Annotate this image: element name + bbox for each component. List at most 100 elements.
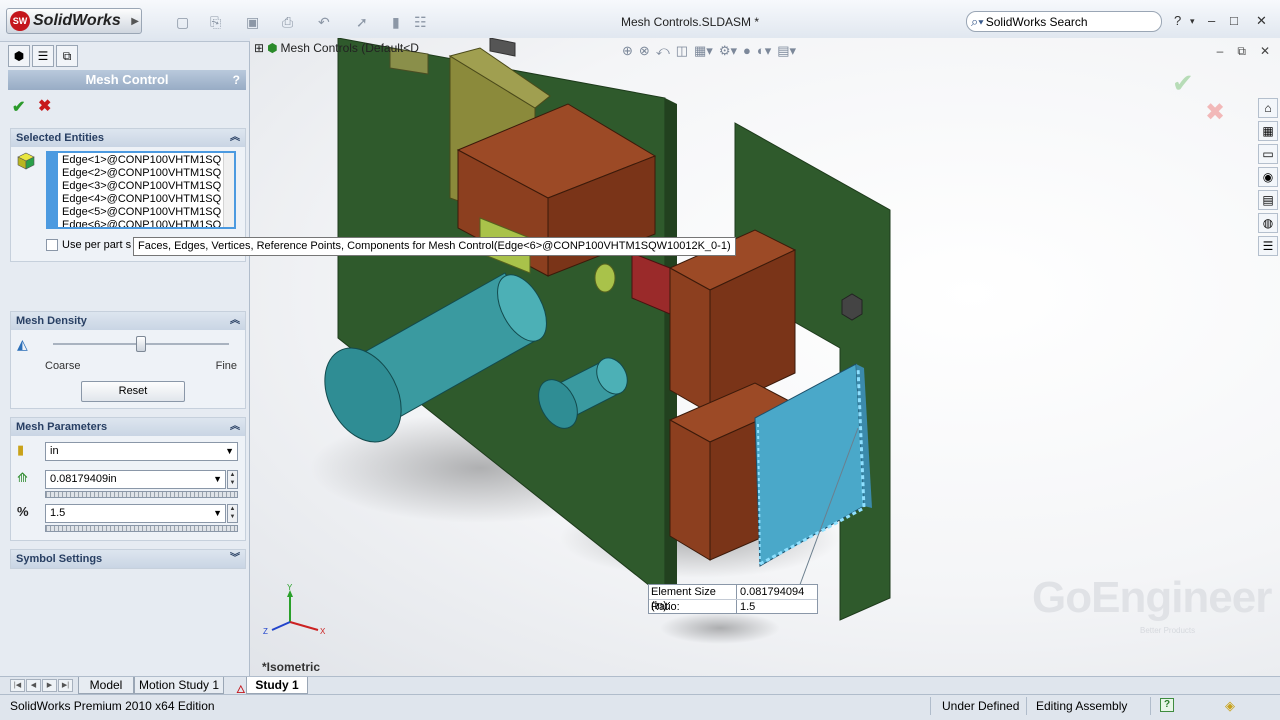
close-button[interactable]: ✕ (1256, 13, 1267, 29)
use-per-part-option[interactable]: Use per part s (46, 239, 131, 251)
list-item[interactable]: Edge<3>@CONP100VHTM1SQ (62, 180, 221, 193)
open-icon[interactable]: ⎘ (210, 14, 221, 31)
view-palette-icon[interactable]: ▤ (1258, 190, 1278, 210)
solidworks-menu-button[interactable]: SW SolidWorks ▶ (6, 8, 142, 34)
undo-icon[interactable]: ↶ (318, 14, 330, 31)
viewport-minimize-button[interactable]: – (1217, 44, 1224, 59)
tab-motion-study-1[interactable]: Motion Study 1 (134, 677, 224, 694)
quick-tips-help-icon[interactable]: ? (1160, 698, 1174, 712)
symbol-settings-header[interactable]: Symbol Settings ︾ (11, 550, 245, 568)
property-manager-tab-icon[interactable]: ☰ (32, 45, 54, 67)
list-item[interactable]: Edge<4>@CONP100VHTM1SQ (62, 193, 221, 206)
list-item[interactable]: Edge<1>@CONP100VHTM1SQ (62, 154, 221, 167)
zoom-to-fit-icon[interactable]: ⊕ (622, 43, 633, 59)
element-size-field[interactable]: 0.08179409in ▼ (45, 470, 226, 489)
ratio-spinner[interactable]: ▲ ▼ (227, 504, 238, 523)
ok-button[interactable]: ✔ (12, 97, 25, 117)
prev-tab-icon[interactable]: ◀ (26, 679, 41, 692)
viewport-close-button[interactable]: ✕ (1260, 44, 1270, 59)
confirm-cancel-icon[interactable]: ✖ (1205, 98, 1225, 127)
search-box[interactable]: ⌕▾ SolidWorks Search (966, 11, 1162, 32)
expand-icon[interactable]: ⊞ (254, 41, 264, 55)
select-icon[interactable]: ➚ (356, 14, 368, 31)
maximize-button[interactable]: □ (1230, 13, 1238, 28)
options-icon[interactable]: ☷ (414, 14, 427, 31)
reset-button[interactable]: Reset (81, 381, 185, 402)
mesh-density-icon: ◭ (17, 336, 28, 352)
collapse-chevron-icon[interactable]: ︽ (230, 418, 240, 436)
element-size-spinner[interactable]: ▲ ▼ (227, 470, 238, 489)
tab-study-1[interactable]: Study 1 (246, 677, 308, 694)
hide-show-icon[interactable]: ● (743, 43, 751, 59)
first-tab-icon[interactable]: |◀ (10, 679, 25, 692)
design-library-icon[interactable]: ▦ (1258, 121, 1278, 141)
coarse-label: Coarse (45, 360, 81, 372)
list-item[interactable]: Edge<5>@CONP100VHTM1SQ (62, 206, 221, 219)
units-select[interactable]: in ▼ (45, 442, 238, 461)
tab-model[interactable]: Model (78, 677, 134, 694)
print-icon[interactable]: ⎙ (282, 14, 293, 31)
zoom-to-area-icon[interactable]: ⊗ (639, 43, 650, 59)
list-scrollbar[interactable] (223, 153, 234, 227)
search-results-icon[interactable]: ◉ (1258, 167, 1278, 187)
mesh-density-header[interactable]: Mesh Density ︽ (11, 312, 245, 330)
triad-x-label: X (320, 627, 326, 636)
previous-view-icon[interactable]: ⤺ (656, 43, 670, 59)
ratio-icon: % (17, 504, 29, 519)
rebuild-status-icon[interactable]: ◈ (1225, 698, 1235, 714)
element-size-thumbwheel[interactable] (45, 491, 238, 498)
section-view-icon[interactable]: ◫ (676, 43, 688, 59)
configuration-manager-tab-icon[interactable]: ⧉ (56, 45, 78, 67)
use-per-part-checkbox[interactable] (46, 239, 58, 251)
feature-manager-tab-icon[interactable]: ⬢ (8, 45, 30, 67)
confirm-ok-icon[interactable]: ✔ (1172, 68, 1194, 99)
scene-icon[interactable]: ▤▾ (777, 43, 796, 59)
list-item[interactable]: Edge<6>@CONP100VHTM1SQ (62, 219, 221, 227)
use-per-part-label: Use per part s (62, 239, 132, 251)
next-tab-icon[interactable]: ▶ (42, 679, 57, 692)
status-divider (1150, 697, 1151, 715)
goengineer-watermark: GoEngineer (1032, 573, 1272, 622)
last-tab-icon[interactable]: ▶| (58, 679, 73, 692)
ratio-callout-value: 1.5 (740, 601, 756, 613)
new-document-icon[interactable]: ▢ (176, 14, 189, 31)
selected-entities-header[interactable]: Selected Entities ︽ (11, 129, 245, 147)
cancel-button[interactable]: ✖ (38, 96, 51, 116)
save-icon[interactable]: ▣ (246, 14, 259, 31)
minimize-button[interactable]: – (1208, 13, 1215, 28)
ratio-thumbwheel[interactable] (45, 525, 238, 532)
task-pane: ⌂ ▦ ▭ ◉ ▤ ◍ ☰ (1258, 98, 1280, 256)
editing-mode-status: Editing Assembly (1036, 699, 1128, 713)
help-button[interactable]: ? (1174, 13, 1181, 28)
help-dropdown-icon[interactable]: ▾ (1190, 16, 1195, 27)
status-divider (930, 697, 931, 715)
panel-help-icon[interactable]: ? (233, 70, 240, 90)
panel-title-text: Mesh Control (85, 72, 169, 87)
appearances-icon[interactable]: ◍ (1258, 213, 1278, 233)
viewport-restore-button[interactable]: ⧉ (1237, 44, 1246, 59)
collapse-chevron-icon[interactable]: ︽ (230, 312, 240, 330)
mesh-density-slider-thumb[interactable] (136, 336, 146, 352)
symbol-settings-heading: Symbol Settings (16, 553, 103, 565)
collapse-chevron-icon[interactable]: ︽ (230, 129, 240, 147)
view-orientation-icon[interactable]: ▦▾ (694, 43, 713, 59)
home-icon[interactable]: ⌂ (1258, 98, 1278, 118)
brown-component (669, 419, 711, 561)
mesh-density-group: Mesh Density ︽ ◭ Coarse Fine Reset (10, 311, 246, 409)
selected-entities-list[interactable]: Edge<1>@CONP100VHTM1SQ Edge<2>@CONP100VH… (46, 151, 236, 229)
expand-chevron-icon[interactable]: ︾ (230, 550, 240, 568)
feature-tree-root[interactable]: ⊞ ⬢ Mesh Controls (Default<D (254, 41, 419, 55)
display-style-icon[interactable]: ⚙▾ (719, 43, 737, 59)
ratio-field[interactable]: 1.5 ▼ (45, 504, 226, 523)
list-item[interactable]: Edge<2>@CONP100VHTM1SQ (62, 167, 221, 180)
brown-component (669, 267, 711, 414)
appearance-icon[interactable]: ◐▾ (757, 43, 771, 59)
file-explorer-icon[interactable]: ▭ (1258, 144, 1278, 164)
rebuild-icon[interactable]: ▮ (392, 14, 400, 31)
title-bar: SW SolidWorks ▶ ▢ ⎘ ▣ ⎙ ↶ ➚ ▮ ☷ Mesh Con… (0, 0, 1280, 42)
custom-properties-icon[interactable]: ☰ (1258, 236, 1278, 256)
mesh-parameters-header[interactable]: Mesh Parameters ︽ (11, 418, 245, 436)
mesh-parameters-group: Mesh Parameters ︽ ▮ in ▼ ⟰ 0.08179409in … (10, 417, 246, 541)
orientation-triad: Y X Z (263, 583, 326, 636)
graphics-viewport[interactable]: ⊞ ⬢ Mesh Controls (Default<D ⊕ ⊗ ⤺ ◫ ▦▾ … (250, 38, 1280, 676)
